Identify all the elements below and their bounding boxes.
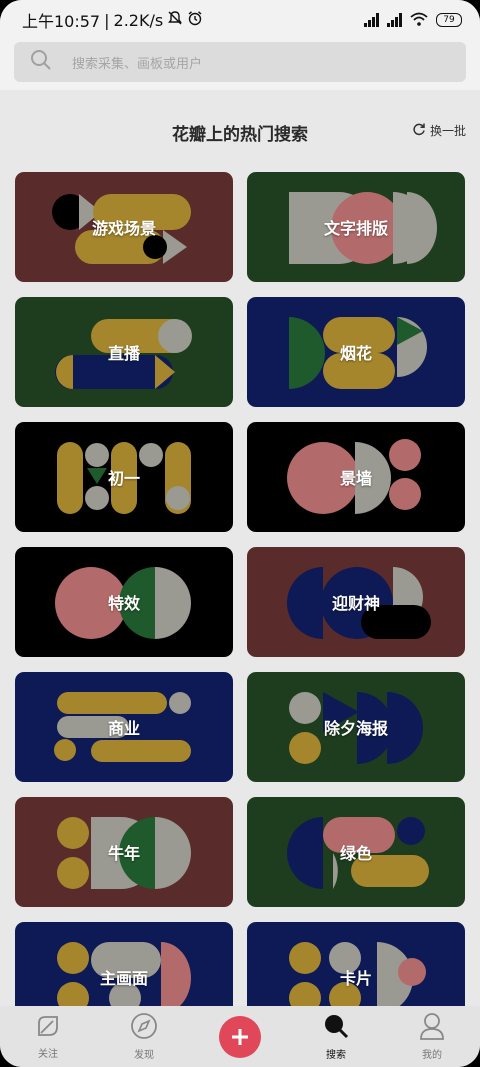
- nav-item-add[interactable]: [192, 1006, 288, 1067]
- nav-label-search: 搜索: [326, 1050, 346, 1061]
- plus-icon: [219, 1015, 261, 1058]
- wifi-icon: [410, 11, 428, 30]
- mute-icon: [167, 10, 183, 30]
- card-label: 初一: [107, 469, 140, 488]
- signal-icon: [364, 13, 379, 27]
- search-bar-area: 搜索采集、画板或用户: [0, 36, 480, 90]
- hot-search-card[interactable]: 游戏场景: [15, 172, 233, 282]
- card-label: 直播: [107, 344, 140, 363]
- nav-item-me[interactable]: 我的: [384, 1006, 480, 1067]
- search-icon: [322, 1012, 350, 1043]
- refresh-button[interactable]: 换一批: [412, 122, 466, 139]
- search-input[interactable]: 搜索采集、画板或用户: [14, 42, 466, 82]
- bottom-nav: 关注 发现 搜索 我的: [0, 1006, 480, 1067]
- nav-item-search[interactable]: 搜索: [288, 1006, 384, 1067]
- hot-search-card[interactable]: 绿色: [247, 797, 465, 907]
- battery-indicator: 79: [436, 13, 462, 27]
- nav-label-me: 我的: [422, 1050, 442, 1061]
- hot-search-card[interactable]: 直播: [15, 297, 233, 407]
- leaf-icon: [35, 1013, 61, 1042]
- hot-search-card[interactable]: 初一: [15, 422, 233, 532]
- card-label: 绿色: [339, 844, 372, 863]
- refresh-label: 换一批: [429, 124, 466, 138]
- compass-icon: [130, 1012, 158, 1043]
- card-label: 游戏场景: [91, 219, 156, 238]
- hot-search-card[interactable]: 牛年: [15, 797, 233, 907]
- status-net-speed: 2.2K/s: [113, 10, 164, 30]
- hot-search-card[interactable]: 文字排版: [247, 172, 465, 282]
- nav-label-follow: 关注: [38, 1049, 58, 1060]
- hot-search-card[interactable]: 特效: [15, 547, 233, 657]
- status-bar: 上午10:57 | 2.2K/s 79: [0, 0, 480, 40]
- card-label: 文字排版: [323, 219, 388, 238]
- refresh-icon: [412, 122, 426, 139]
- status-left: 上午10:57 | 2.2K/s: [22, 8, 203, 32]
- hot-search-card[interactable]: 景墙: [247, 422, 465, 532]
- nav-item-discover[interactable]: 发现: [96, 1006, 192, 1067]
- card-label: 牛年: [107, 844, 140, 863]
- hot-search-card[interactable]: 迎财神: [247, 547, 465, 657]
- status-right: 79: [364, 11, 462, 30]
- card-label: 迎财神: [331, 594, 380, 613]
- hot-search-card[interactable]: 商业: [15, 672, 233, 782]
- section-title: 花瓣上的热门搜索: [172, 125, 308, 145]
- card-label: 商业: [107, 719, 140, 738]
- nav-label-discover: 发现: [134, 1050, 154, 1061]
- card-label: 特效: [107, 594, 140, 613]
- signal-icon-2: [387, 13, 402, 27]
- card-label: 景墙: [339, 469, 372, 488]
- user-icon: [419, 1012, 445, 1043]
- search-placeholder: 搜索采集、画板或用户: [72, 56, 203, 72]
- hot-search-card[interactable]: 烟花: [247, 297, 465, 407]
- card-label: 烟花: [339, 344, 372, 363]
- status-time: 上午10:57: [22, 12, 101, 31]
- alarm-icon: [187, 10, 203, 30]
- app-screen: 上午10:57 | 2.2K/s 79 搜索采集、画板或用户 花瓣上的热门搜索 …: [0, 0, 480, 1067]
- card-label: 除夕海报: [323, 719, 388, 738]
- nav-item-follow[interactable]: 关注: [0, 1006, 96, 1067]
- hot-search-card[interactable]: 除夕海报: [247, 672, 465, 782]
- search-icon: [14, 49, 52, 75]
